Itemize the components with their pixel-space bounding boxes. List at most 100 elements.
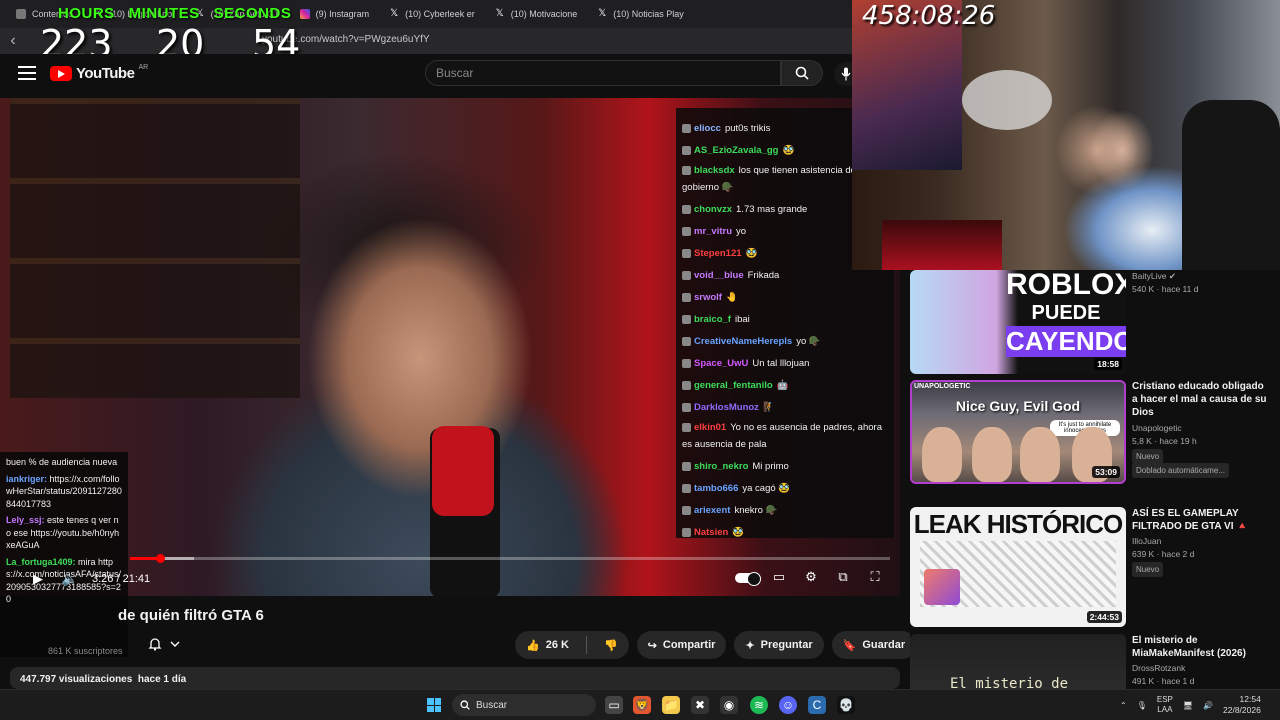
skull-app-icon[interactable]: 💀	[837, 696, 855, 714]
recommendation-item[interactable]: UNAPOLOGETIC Nice Guy, Evil God It's jus…	[910, 380, 1280, 502]
miniplayer-icon[interactable]: ⧉	[833, 569, 853, 585]
chat-text: 🤖	[776, 380, 789, 391]
lang-bottom: LAA	[1157, 705, 1173, 714]
recommendation-item[interactable]: ROBLOX PUEDE ESTAR CAYENDO 18:58 BaityLi…	[910, 270, 1280, 392]
chat-username: shiro_nekro	[694, 461, 749, 472]
chat-badge-icon	[682, 527, 691, 537]
chat-message: CreativeNameHerepls yo 🪖	[682, 331, 888, 353]
browser-tab[interactable]: 𝕏 (10) Noticias Play	[587, 0, 694, 28]
autoplay-toggle[interactable]	[735, 572, 761, 586]
like-count: 26 K	[545, 639, 569, 651]
settings-gear-icon[interactable]: ⚙	[801, 569, 821, 585]
hours-label: HOURS	[58, 5, 115, 22]
tab-label: (10) Noticias Play	[613, 9, 684, 19]
system-clock[interactable]: 12:54 22/8/2026	[1223, 694, 1261, 716]
share-button[interactable]: ↪ Compartir	[636, 631, 727, 659]
time-separator: /	[116, 573, 120, 585]
badge-dubbed: Doblado automáticame...	[1132, 463, 1229, 478]
discord-icon[interactable]: ☺	[779, 696, 797, 714]
new-badge: Nuevo	[1132, 449, 1164, 464]
subtitles-icon[interactable]: ▭	[769, 569, 789, 585]
chat-badge-icon	[682, 422, 691, 432]
chat-text: ibai	[734, 314, 750, 325]
description-box[interactable]: 447.797 visualizaciones hace 1 día	[10, 667, 900, 689]
bell-icon	[148, 638, 162, 651]
chat-username: DarklosMunoz	[694, 402, 759, 413]
spotify-icon[interactable]: ≋	[750, 696, 768, 714]
tab-label: (10) Cyberleek er	[405, 9, 475, 19]
browser-tab[interactable]: 𝕏 (10) Motivacione	[485, 0, 588, 28]
brave-browser-icon[interactable]: 🦁	[633, 696, 651, 714]
play-icon[interactable]: ▶	[28, 571, 48, 587]
video-thumbnail[interactable]: El misterio de	[910, 634, 1126, 690]
channel-name[interactable]: DrossRotzank	[1132, 662, 1185, 675]
video-thumbnail[interactable]: ROBLOX PUEDE ESTAR CAYENDO 18:58	[910, 270, 1126, 374]
chevron-down-icon	[170, 641, 180, 647]
chat-message: ariexent knekro 🪖	[682, 500, 888, 522]
obs-icon[interactable]: ◉	[720, 696, 738, 714]
channel-name[interactable]: BaityLive ✔	[1132, 270, 1176, 283]
chat-badge-icon	[682, 505, 691, 515]
app-icon[interactable]: C	[808, 696, 826, 714]
dislike-button[interactable]: 👎	[593, 631, 629, 659]
chat-username: chonvzx	[694, 204, 733, 215]
channel-name[interactable]: IlloJuan	[1132, 535, 1161, 548]
microphone-icon[interactable]: 🎙	[1137, 701, 1147, 710]
task-view-icon[interactable]: ▭	[605, 696, 623, 714]
taskbar-search-label: Buscar	[476, 699, 508, 711]
chat-message: Natsien 🥸	[682, 522, 888, 544]
chat-username: iankriger:	[6, 473, 48, 484]
recommendation-title[interactable]: Cristiano educado obligado a hacer el ma…	[1132, 380, 1267, 419]
fullscreen-icon[interactable]: ⛶	[865, 569, 885, 585]
language-indicator[interactable]: ESP LAA	[1157, 695, 1173, 715]
recommendations-sidebar: ROBLOX PUEDE ESTAR CAYENDO 18:58 BaityLi…	[910, 270, 1280, 690]
recommendation-item[interactable]: LEAK HISTÓRICO 2:44:53 ASÍ ES EL GAMEPLA…	[910, 507, 1280, 629]
search-button[interactable]	[781, 60, 823, 86]
time-total: 21:41	[122, 573, 151, 585]
monitor-icon[interactable]: 🖥	[1183, 701, 1193, 710]
browser-tab[interactable]: 𝕏 (10) Cyberleek er	[379, 0, 485, 28]
region-code: AR	[138, 64, 149, 71]
windows-start-icon[interactable]	[427, 698, 441, 712]
ask-button[interactable]: ✦ Preguntar	[734, 631, 824, 659]
chat-username: braico_f	[694, 314, 731, 325]
recommendation-title[interactable]: ASÍ ES EL GAMEPLAY FILTRADO DE GTA VI 🔺	[1132, 507, 1267, 533]
video-thumbnail[interactable]: LEAK HISTÓRICO 2:44:53	[910, 507, 1126, 627]
hamburger-menu-icon[interactable]	[18, 66, 36, 80]
browser-tab[interactable]: (9) Instagram	[290, 0, 380, 28]
chat-badge-icon	[682, 380, 691, 390]
video-thumbnail[interactable]: UNAPOLOGETIC Nice Guy, Evil God It's jus…	[910, 380, 1126, 484]
chat-username: AS_EzioZavala_gg	[694, 145, 779, 156]
chat-message: DarklosMunoz 🧗	[682, 397, 888, 419]
video-stats: 5,8 K · hace 19 h	[1132, 436, 1197, 446]
file-explorer-icon[interactable]: 📁	[662, 696, 680, 714]
chat-text: 🤚	[725, 292, 738, 303]
chevron-up-icon[interactable]: ⌃	[1120, 701, 1127, 710]
youtube-logo[interactable]: YouTube AR	[50, 64, 149, 82]
subscriber-count: 861 K suscriptores	[48, 646, 123, 656]
back-icon[interactable]: ‹	[0, 28, 26, 54]
volume-icon[interactable]: 🔈	[60, 571, 80, 587]
volume-icon[interactable]: 🔊	[1203, 701, 1213, 710]
recommendation-title[interactable]: El misterio de MiaMakeManifest (2026)	[1132, 634, 1267, 660]
davinci-icon[interactable]: ✖	[691, 696, 709, 714]
view-count: 447.797 visualizaciones	[20, 674, 133, 685]
youtube-header: YouTube AR Buscar	[0, 54, 860, 96]
progress-buffered	[160, 557, 194, 560]
video-actions: 👍 26 K 👎 ↪ Compartir ✦ Preguntar 🔖 Guard…	[515, 631, 953, 659]
chat-username: CreativeNameHerepls	[694, 336, 793, 347]
taskbar-search[interactable]: Buscar	[452, 694, 596, 716]
channel-name[interactable]: Unapologetic	[1132, 422, 1182, 435]
like-button[interactable]: 👍 26 K	[515, 631, 580, 659]
seconds-label: SECONDS	[213, 5, 292, 22]
tab-favicon-icon	[16, 9, 26, 19]
recommendation-item[interactable]: El misterio de El misterio de MiaMakeMan…	[910, 634, 1280, 690]
duration-badge: 53:09	[1092, 466, 1120, 478]
save-button[interactable]: 🔖 Guardar	[831, 631, 917, 659]
chat-username: Lely_ssj:	[6, 515, 45, 525]
video-progress-bar[interactable]	[130, 557, 890, 560]
notification-bell-button[interactable]	[138, 630, 190, 658]
lang-top: ESP	[1156, 695, 1173, 704]
search-input[interactable]: Buscar	[425, 60, 781, 86]
address-bar: ‹ youtube.com/watch?v=PWgzeu6uYfY	[0, 28, 855, 54]
